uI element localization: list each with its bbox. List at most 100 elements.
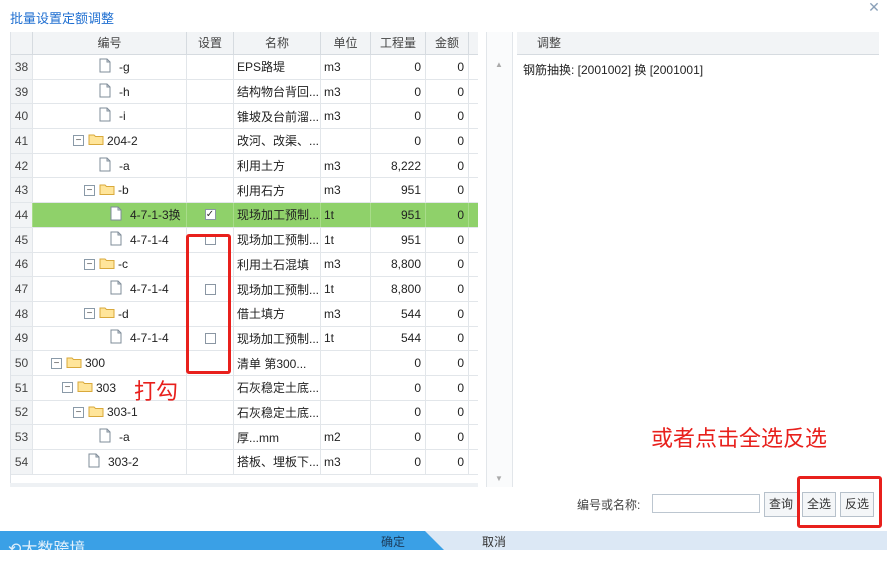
set-cell[interactable] xyxy=(187,178,234,203)
unit-cell: m3 xyxy=(321,153,371,178)
query-button[interactable]: 查询 xyxy=(764,492,798,517)
header-name[interactable]: 名称 xyxy=(234,32,321,54)
qty-cell: 0 xyxy=(371,450,426,474)
code-cell[interactable]: − 204-2 xyxy=(33,129,187,153)
table-row[interactable]: 38 -g EPS路堤 m3 0 0 xyxy=(11,55,478,80)
adjust-panel: 调整 钢筋抽换: [2001002] 换 [2001001] xyxy=(517,32,879,487)
code-cell[interactable]: 4-7-1-4 xyxy=(33,227,187,252)
unit-cell: 1t xyxy=(321,227,371,252)
set-cell[interactable] xyxy=(187,450,234,474)
file-icon xyxy=(99,58,119,76)
folder-icon xyxy=(77,380,96,395)
code-text: 303-1 xyxy=(107,405,138,420)
amount-cell: 0 xyxy=(426,301,469,326)
name-cell: 石灰稳定土底... xyxy=(234,400,321,425)
code-cell[interactable]: 4-7-1-4 xyxy=(33,277,187,301)
highlight-box-checkboxes xyxy=(186,234,231,374)
code-text: 204-2 xyxy=(107,133,138,148)
qty-cell: 0 xyxy=(371,104,426,129)
code-cell[interactable]: − -d xyxy=(33,301,187,326)
table-row[interactable]: 46 − -c 利用土石混填 m3 8,800 0 xyxy=(11,252,478,278)
name-cell: 借土填方 xyxy=(234,301,321,326)
vertical-scrollbar[interactable]: ▲ ▼ xyxy=(486,32,513,487)
code-cell[interactable]: 4-7-1-4 xyxy=(33,326,187,351)
search-input[interactable] xyxy=(652,494,760,513)
set-checkbox[interactable]: ✓ xyxy=(204,209,216,221)
code-cell[interactable]: 303-2 xyxy=(33,450,187,474)
file-icon xyxy=(99,107,119,125)
close-icon[interactable]: ✕ xyxy=(867,0,881,14)
unit-cell: m2 xyxy=(321,425,371,449)
table-row[interactable]: 39 -h 结构物台背回... m3 0 0 xyxy=(11,79,478,105)
table-row[interactable]: 41 − 204-2 改河、改渠、... 0 0 xyxy=(11,129,478,154)
table-row[interactable]: 47 4-7-1-4 现场加工预制... 1t 8,800 0 xyxy=(11,277,478,302)
table-row[interactable]: 40 -i 锥坡及台前溜... m3 0 0 xyxy=(11,104,478,130)
table-row[interactable]: 49 4-7-1-4 现场加工预制... 1t 544 0 xyxy=(11,326,478,352)
code-cell[interactable]: -a xyxy=(33,153,187,178)
table-row[interactable]: 42 -a 利用土方 m3 8,222 0 xyxy=(11,153,478,179)
code-cell[interactable]: − -b xyxy=(33,178,187,203)
table-row[interactable]: 54 303-2 搭板、埋板下... m3 0 0 xyxy=(11,450,478,475)
table-row[interactable]: 52 − 303-1 石灰稳定土底... 0 0 xyxy=(11,400,478,426)
code-cell[interactable]: -a xyxy=(33,425,187,449)
unit-cell xyxy=(321,129,371,153)
table-row[interactable]: 50 − 300 清单 第300... 0 0 xyxy=(11,351,478,376)
set-cell[interactable] xyxy=(187,104,234,129)
set-cell[interactable]: ✓ xyxy=(187,203,234,227)
name-cell: 结构物台背回... xyxy=(234,79,321,104)
header-qty[interactable]: 工程量 xyxy=(371,32,426,54)
qty-cell: 0 xyxy=(371,55,426,79)
set-cell[interactable] xyxy=(187,400,234,425)
horizontal-scrollbar[interactable] xyxy=(10,483,478,487)
code-cell[interactable]: 4-7-1-3换 xyxy=(33,203,187,227)
code-text: 4-7-1-4 xyxy=(130,232,169,247)
collapse-toggle-icon[interactable]: − xyxy=(51,357,62,369)
code-cell[interactable]: -h xyxy=(33,79,187,104)
set-cell[interactable] xyxy=(187,55,234,79)
table-row[interactable]: 51 − 303 石灰稳定土底... 0 0 xyxy=(11,375,478,401)
code-text: 303-2 xyxy=(108,454,139,469)
ok-label: 确定 xyxy=(381,535,406,549)
qty-cell: 8,800 xyxy=(371,277,426,301)
table-row[interactable]: 53 -a 厚...mm m2 0 0 xyxy=(11,425,478,450)
header-amount[interactable]: 金额 xyxy=(426,32,469,54)
set-cell[interactable] xyxy=(187,79,234,104)
code-cell[interactable]: − 300 xyxy=(33,351,187,375)
cancel-button[interactable]: 取消 xyxy=(482,533,506,550)
collapse-toggle-icon[interactable]: − xyxy=(84,258,95,270)
code-cell[interactable]: -g xyxy=(33,55,187,79)
collapse-toggle-icon[interactable]: − xyxy=(84,184,95,196)
collapse-toggle-icon[interactable]: − xyxy=(73,406,84,418)
qty-cell: 0 xyxy=(371,425,426,449)
collapse-toggle-icon[interactable]: − xyxy=(62,382,73,394)
amount-cell: 0 xyxy=(426,129,469,153)
qty-cell: 8,800 xyxy=(371,252,426,277)
scroll-down-icon[interactable]: ▼ xyxy=(495,474,503,483)
header-set[interactable]: 设置 xyxy=(187,32,234,54)
set-cell[interactable] xyxy=(187,129,234,153)
header-rownum xyxy=(11,32,33,54)
annotation-tick: 打勾 xyxy=(134,379,179,404)
row-number: 50 xyxy=(11,351,33,375)
table-row[interactable]: 44 4-7-1-3换 ✓ 现场加工预制... 1t 951 0 xyxy=(11,203,478,228)
unit-cell: m3 xyxy=(321,301,371,326)
table-row[interactable]: 48 − -d 借土填方 m3 544 0 xyxy=(11,301,478,327)
code-cell[interactable]: -i xyxy=(33,104,187,129)
collapse-toggle-icon[interactable]: − xyxy=(73,135,84,147)
set-cell[interactable] xyxy=(187,425,234,449)
table-row[interactable]: 43 − -b 利用石方 m3 951 0 xyxy=(11,178,478,204)
scroll-up-icon[interactable]: ▲ xyxy=(495,60,503,69)
name-cell: 搭板、埋板下... xyxy=(234,450,321,474)
unit-cell xyxy=(321,400,371,425)
set-cell[interactable] xyxy=(187,153,234,178)
file-icon xyxy=(110,329,130,347)
unit-cell: 1t xyxy=(321,326,371,351)
code-text: 303 xyxy=(96,380,117,395)
code-cell[interactable]: − -c xyxy=(33,252,187,277)
collapse-toggle-icon[interactable]: − xyxy=(84,308,95,320)
header-unit[interactable]: 单位 xyxy=(321,32,371,54)
set-cell[interactable] xyxy=(187,375,234,400)
header-code[interactable]: 编号 xyxy=(33,32,187,54)
code-text: -c xyxy=(118,257,128,272)
table-row[interactable]: 45 4-7-1-4 现场加工预制... 1t 951 0 xyxy=(11,227,478,253)
